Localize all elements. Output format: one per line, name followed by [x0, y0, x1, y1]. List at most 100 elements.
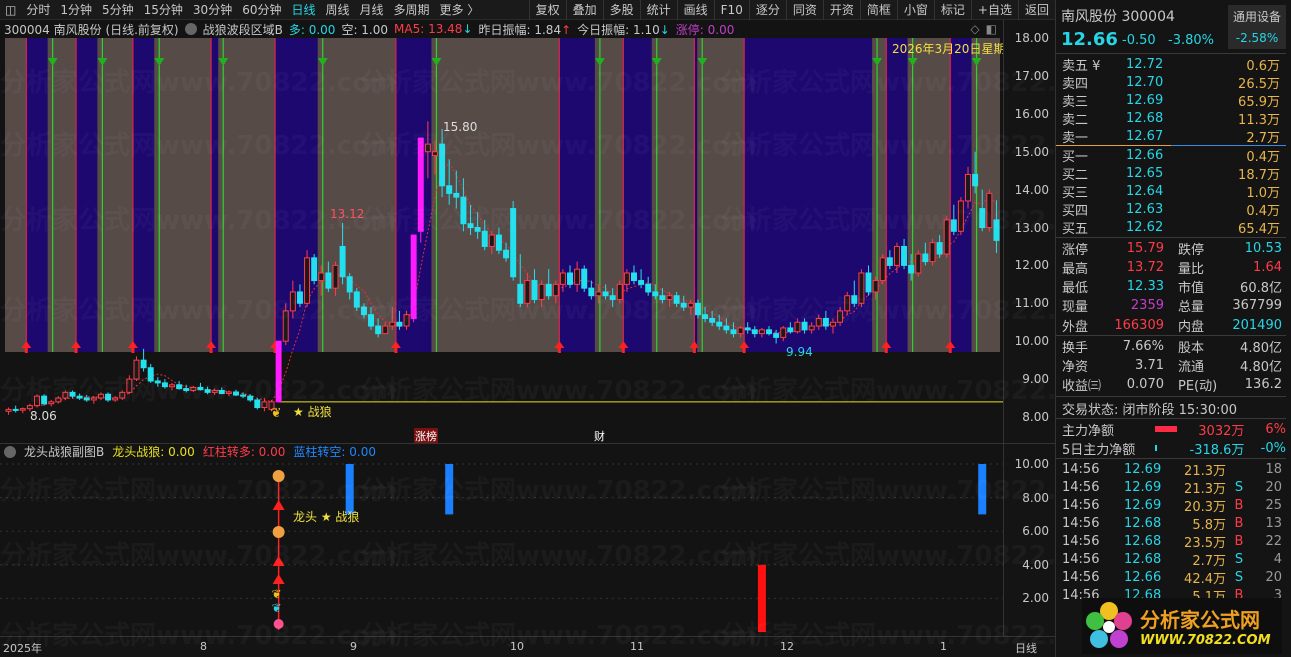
candle-body	[83, 397, 90, 401]
stat-value: 166309	[1114, 317, 1164, 333]
tick-side: S	[1234, 479, 1244, 495]
subchart-menu-icon[interactable]	[4, 445, 16, 458]
tab-period[interactable]: 5分钟	[97, 0, 139, 20]
bid-row[interactable]: 买四 12.63 0.4万	[1056, 200, 1286, 219]
tick-count: 18	[1265, 461, 1282, 477]
candle-body	[602, 291, 609, 297]
subchart[interactable]: ❦❦	[0, 460, 1003, 636]
toolbar-button[interactable]: 返回	[1017, 0, 1055, 20]
stat-value: 4.80亿	[1240, 359, 1282, 375]
candle	[190, 385, 197, 392]
low-price-label: 8.06	[30, 409, 57, 423]
ask-row[interactable]: 卖一 12.67 2.7万	[1056, 127, 1286, 146]
tab-period[interactable]: 15分钟	[139, 0, 188, 20]
toolbar-button[interactable]: 简框	[859, 0, 897, 20]
panel-toggle-icon[interactable]: ◧	[986, 22, 997, 36]
diamond-icon[interactable]: ◇	[970, 22, 979, 36]
candle-body	[403, 314, 410, 327]
tick-volume: 21.3万	[1184, 481, 1226, 497]
tick-volume: 5.8万	[1192, 517, 1226, 533]
candle-body	[225, 391, 232, 395]
candle	[510, 200, 517, 281]
tab-period[interactable]: 分时	[21, 0, 55, 20]
subchart-name[interactable]: 龙头战狼副图B	[24, 443, 104, 460]
candle-body	[126, 378, 133, 393]
candle	[48, 399, 55, 407]
tick-side: B	[1234, 515, 1244, 531]
candle-body	[467, 223, 474, 229]
candle	[12, 405, 19, 413]
ask-row[interactable]: 卖二 12.68 11.3万	[1056, 109, 1286, 128]
high-price-label: 15.80	[443, 120, 478, 134]
tab-period[interactable]: 日线	[286, 0, 320, 20]
book-level-label: 买二	[1062, 167, 1089, 183]
toolbar-button[interactable]: 开资	[822, 0, 860, 20]
price-tick-label: 11.00	[1014, 296, 1049, 311]
stat-label: 内盘	[1178, 319, 1205, 335]
toolbar-button[interactable]: 逐分	[748, 0, 786, 20]
moneybag-icon	[272, 526, 285, 538]
bid-row[interactable]: 买二 12.65 18.7万	[1056, 164, 1286, 183]
tick-time: 14:56	[1062, 551, 1100, 567]
bid-row[interactable]: 买一 12.66 0.4万	[1056, 146, 1286, 165]
sub-tick-label: 2.00	[1022, 591, 1049, 606]
candle-body	[702, 314, 709, 319]
candle	[311, 254, 318, 285]
finance-badge[interactable]: 财	[594, 428, 605, 444]
ask-row[interactable]: 卖五 ¥ 12.72 0.6万	[1056, 55, 1286, 74]
indicator-menu-icon[interactable]	[184, 23, 197, 35]
toolbar-button[interactable]: 复权	[528, 0, 566, 20]
toolbar-button[interactable]: 统计	[639, 0, 677, 20]
toolbar-button[interactable]: 叠加	[565, 0, 603, 20]
tick-side: S	[1234, 569, 1244, 585]
toolbar-button[interactable]: 多股	[602, 0, 640, 20]
toolbar-button[interactable]: 小窗	[896, 0, 934, 20]
stat-label: 最低	[1062, 281, 1089, 297]
tab-period[interactable]: 周线	[321, 0, 355, 20]
candle	[879, 254, 886, 285]
red-bar-value: 红柱转多: 0.00	[202, 445, 286, 459]
tab-period[interactable]: 更多 〉	[435, 0, 485, 20]
tick-price: 12.68	[1124, 551, 1162, 567]
bear-zone-band	[5, 38, 27, 352]
period-label[interactable]: 日线	[1015, 640, 1037, 656]
stat-label: 流通	[1178, 359, 1205, 375]
tab-period[interactable]: 1分钟	[55, 0, 97, 20]
toolbar-button[interactable]: 标记	[933, 0, 971, 20]
ask-row[interactable]: 卖四 12.70 26.5万	[1056, 73, 1286, 92]
sidebar-toggle-icon[interactable]: ◫	[0, 0, 21, 20]
capital-flow-row[interactable]: 5日主力净额 -318.6万 -0%	[1056, 439, 1286, 458]
candle-body	[247, 395, 254, 401]
candle	[161, 379, 168, 389]
toolbar-button[interactable]: 画线	[676, 0, 714, 20]
bid-row[interactable]: 买五 12.62 65.4万	[1056, 218, 1286, 237]
candle-body	[311, 257, 318, 282]
stat-value: 10.53	[1244, 240, 1282, 256]
price-tick-label: 14.00	[1014, 182, 1049, 197]
candle-body	[829, 321, 836, 327]
bear-zone-band	[872, 38, 887, 352]
down-arrow-icon: ↓	[462, 22, 473, 36]
tab-period[interactable]: 30分钟	[188, 0, 237, 20]
bid-row[interactable]: 买三 12.64 1.0万	[1056, 182, 1286, 201]
toolbar-button[interactable]: F10	[713, 0, 749, 20]
ask-row[interactable]: 卖三 12.69 65.9万	[1056, 91, 1286, 110]
candle-body	[353, 291, 360, 308]
toolbar-button[interactable]: 同资	[785, 0, 823, 20]
candle	[33, 394, 40, 408]
candle	[176, 380, 183, 390]
tick-row: 14:56 12.68 5.8万 B 13	[1056, 514, 1286, 533]
tab-period[interactable]: 多周期	[389, 0, 435, 20]
capital-flow-row[interactable]: 主力净额 3032万 6%	[1056, 420, 1286, 439]
candle-body	[972, 173, 979, 187]
flow-pct: 6%	[1265, 421, 1286, 437]
zhangbang-badge[interactable]: 涨榜	[414, 428, 438, 444]
tab-period[interactable]: 60分钟	[237, 0, 286, 20]
toolbar-button[interactable]: +自选	[970, 0, 1018, 20]
tab-period[interactable]: 月线	[355, 0, 389, 20]
candlestick-chart[interactable]: ❦	[0, 38, 1003, 443]
indicator-name[interactable]: 战狼波段区域B	[203, 21, 283, 38]
duo-value: 多: 0.00	[288, 22, 336, 37]
industry-button[interactable]: 通用设备 -2.58%	[1228, 5, 1286, 49]
stat-label: 净资	[1062, 359, 1089, 375]
